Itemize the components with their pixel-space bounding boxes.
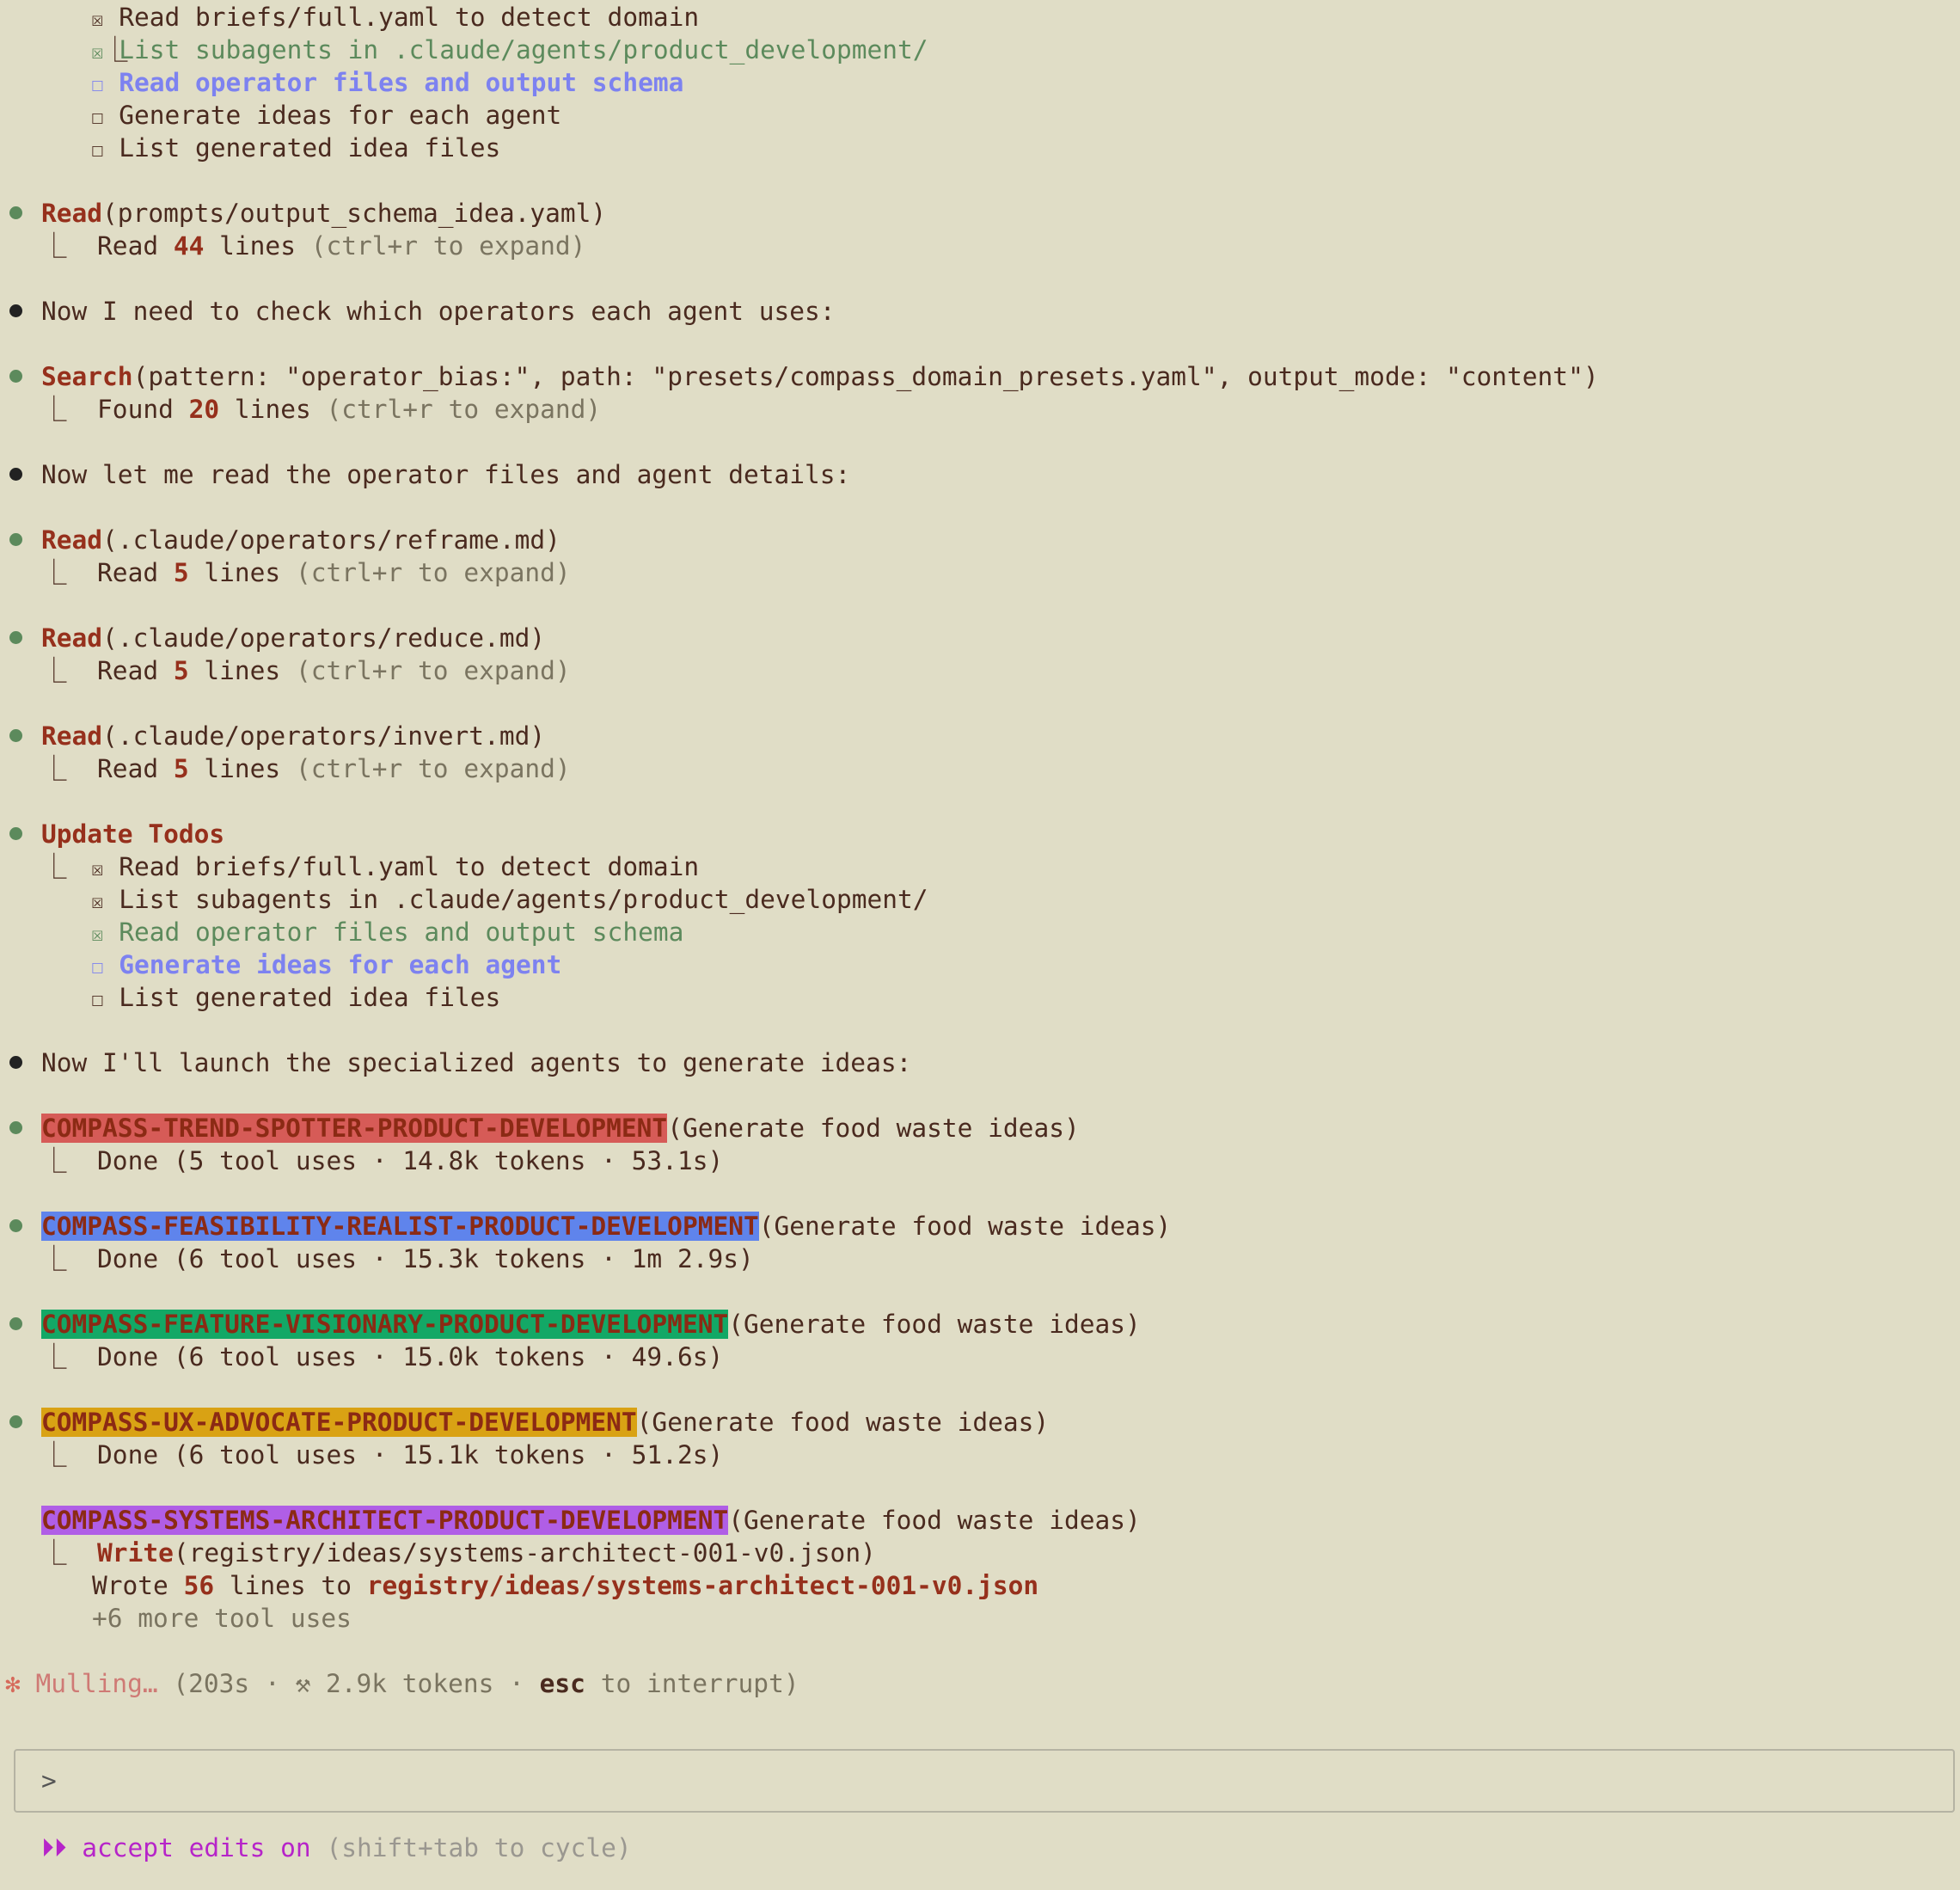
agent-name-badge: COMPASS-FEATURE-VISIONARY-PRODUCT-DEVELO… [41, 1310, 729, 1339]
tool-status-dot-icon [9, 1121, 22, 1134]
tree-corner: ⎿ [41, 656, 67, 685]
checkbox-checked-icon: ☒ [91, 922, 104, 946]
tool-status-dot-icon [9, 631, 22, 644]
tree-corner: ⎿ [41, 1146, 67, 1175]
status-line: ✻ Mulling… (203s · ⚒ 2.9k tokens · esc t… [5, 1669, 799, 1698]
tool-status-dot-icon [9, 1317, 22, 1330]
checkbox-empty-icon: ☐ [91, 954, 104, 979]
agent-result: ⎿ Done (6 tool uses · 15.3k tokens · 1m … [41, 1244, 754, 1273]
status-verb: Mulling… [35, 1669, 158, 1698]
agent-result: ⎿ Done (6 tool uses · 15.1k tokens · 51.… [41, 1440, 724, 1470]
assistant-message: Now let me read the operator files and a… [41, 460, 851, 489]
tool-status-dot-icon [9, 729, 22, 742]
agent-result: ⎿ Done (5 tool uses · 14.8k tokens · 53.… [41, 1146, 724, 1175]
todo-item: ☒ List subagents in .claude/agents/produ… [91, 35, 928, 64]
checkbox-checked-icon: ☒ [91, 40, 104, 64]
tool-call: Read(.claude/operators/invert.md) [41, 721, 546, 751]
checkbox-checked-icon: ☒ [91, 856, 104, 881]
agent-subtool: ⎿ Write(registry/ideas/systems-architect… [41, 1538, 876, 1568]
mode-indicator: ⏵⏵ accept edits on (shift+tab to cycle) [41, 1832, 632, 1864]
expand-hint: (ctrl+r to expand) [326, 395, 602, 424]
tree-corner: ⎿ [41, 1538, 67, 1568]
checkbox-checked-icon: ☒ [91, 7, 104, 31]
tool-result: ⎿ Found 20 lines (ctrl+r to expand) [41, 395, 602, 424]
tool-status-dot-icon [9, 1415, 22, 1428]
checkbox-empty-icon: ☐ [91, 72, 104, 96]
todo-item: ☒ Read briefs/full.yaml to detect domain [91, 852, 700, 881]
assistant-message: Now I need to check which operators each… [41, 297, 836, 326]
agent-call-running: COMPASS-SYSTEMS-ARCHITECT-PRODUCT-DEVELO… [41, 1506, 1141, 1535]
checkbox-checked-icon: ☒ [91, 889, 104, 913]
tool-status-dot-icon [9, 206, 22, 219]
todo-item: ☐ List generated idea files [91, 133, 501, 163]
todo-item-active: ☐ Read operator files and output schema [91, 68, 684, 97]
more-tool-uses: +6 more tool uses [92, 1604, 352, 1633]
agent-name-badge: COMPASS-TREND-SPOTTER-PRODUCT-DEVELOPMEN… [41, 1114, 668, 1143]
terminal: ⎿ ☒ Read briefs/full.yaml to detect doma… [0, 0, 1960, 1890]
checkbox-empty-icon: ☐ [91, 105, 104, 129]
agent-call: COMPASS-TREND-SPOTTER-PRODUCT-DEVELOPMEN… [41, 1114, 1080, 1143]
todo-item-active: ☐ Generate ideas for each agent [91, 950, 562, 979]
tool-call: Search(pattern: "operator_bias:", path: … [41, 362, 1599, 391]
tool-status-dot-icon [9, 370, 22, 383]
todo-item: ☒ Read briefs/full.yaml to detect domain [91, 3, 700, 32]
expand-hint: (ctrl+r to expand) [295, 754, 571, 783]
agent-call: COMPASS-FEATURE-VISIONARY-PRODUCT-DEVELO… [41, 1310, 1141, 1339]
expand-hint: (ctrl+r to expand) [310, 231, 586, 261]
todo-item: ☒ Read operator files and output schema [91, 917, 684, 947]
tool-result: ⎿ Read 44 lines (ctrl+r to expand) [41, 231, 586, 261]
tree-corner: ⎿ [41, 231, 67, 261]
tree-corner: ⎿ [41, 754, 67, 783]
checkbox-empty-icon: ☐ [91, 138, 104, 162]
agent-name-badge: COMPASS-SYSTEMS-ARCHITECT-PRODUCT-DEVELO… [41, 1506, 729, 1535]
message-dot-icon [9, 304, 22, 317]
tool-result: ⎿ Read 5 lines (ctrl+r to expand) [41, 754, 571, 783]
fast-forward-icon: ⏵⏵ [41, 1833, 67, 1862]
message-dot-icon [9, 1056, 22, 1069]
expand-hint: (ctrl+r to expand) [295, 558, 571, 587]
tree-corner: ⎿ [41, 1440, 67, 1470]
tool-status-dot-icon [9, 827, 22, 840]
tool-status-dot-icon [9, 1219, 22, 1232]
write-result: Wrote 56 lines to registry/ideas/systems… [92, 1571, 1039, 1600]
update-todos-title: Update Todos [41, 819, 225, 849]
file-path: registry/ideas/systems-architect-001-v0.… [366, 1571, 1039, 1600]
tree-corner: ⎿ [41, 1244, 67, 1273]
prompt-input[interactable]: > [14, 1749, 1955, 1813]
spinner-icon: ✻ [5, 1669, 21, 1698]
tool-call: Read(.claude/operators/reduce.md) [41, 623, 546, 653]
message-dot-icon [9, 468, 22, 481]
todo-item: ☒ List subagents in .claude/agents/produ… [91, 885, 928, 914]
checkbox-empty-icon: ☐ [91, 987, 104, 1011]
agent-call: COMPASS-FEASIBILITY-REALIST-PRODUCT-DEVE… [41, 1212, 1172, 1241]
todo-row: ⎿ [41, 850, 67, 883]
tree-corner: ⎿ [41, 1342, 67, 1371]
agent-result: ⎿ Done (6 tool uses · 15.0k tokens · 49.… [41, 1342, 724, 1371]
tree-corner: ⎿ [41, 395, 67, 424]
agent-name-badge: COMPASS-UX-ADVOCATE-PRODUCT-DEVELOPMENT [41, 1408, 637, 1437]
mode-label: accept edits on [66, 1833, 327, 1862]
todo-item: ☐ Generate ideas for each agent [91, 101, 562, 130]
esc-key: esc [539, 1669, 585, 1698]
prompt-chevron-icon: > [41, 1766, 57, 1795]
tool-result: ⎿ Read 5 lines (ctrl+r to expand) [41, 558, 571, 587]
agent-call: COMPASS-UX-ADVOCATE-PRODUCT-DEVELOPMENT(… [41, 1408, 1050, 1437]
mode-hint: (shift+tab to cycle) [326, 1833, 632, 1862]
agent-name-badge: COMPASS-FEASIBILITY-REALIST-PRODUCT-DEVE… [41, 1212, 759, 1241]
tree-corner: ⎿ [41, 852, 67, 881]
tree-corner: ⎿ [41, 558, 67, 587]
expand-hint: (ctrl+r to expand) [295, 656, 571, 685]
tool-status-dot-icon [9, 533, 22, 546]
assistant-message: Now I'll launch the specialized agents t… [41, 1048, 912, 1077]
tool-call: Read(prompts/output_schema_idea.yaml) [41, 199, 607, 228]
tool-call: Read(.claude/operators/reframe.md) [41, 525, 560, 555]
todo-item: ☐ List generated idea files [91, 983, 501, 1012]
tool-result: ⎿ Read 5 lines (ctrl+r to expand) [41, 656, 571, 685]
